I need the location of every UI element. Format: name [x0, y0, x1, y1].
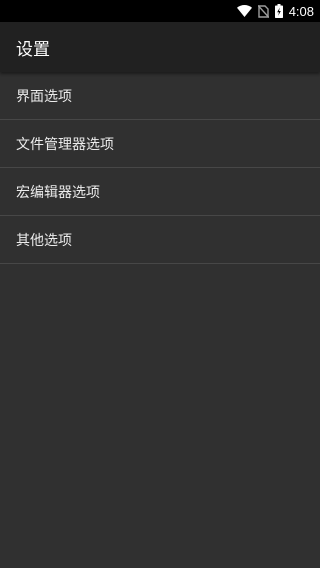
settings-item-file-manager[interactable]: 文件管理器选项 [0, 120, 320, 168]
status-time: 4:08 [288, 3, 314, 19]
page-title: 设置 [16, 39, 50, 60]
status-bar: 4:08 [0, 0, 320, 22]
settings-item-label: 界面选项 [16, 88, 72, 105]
no-sim-icon [257, 4, 269, 18]
settings-item-label: 其他选项 [16, 232, 72, 249]
settings-item-label: 宏编辑器选项 [16, 184, 100, 201]
settings-item-label: 文件管理器选项 [16, 136, 114, 153]
settings-item-interface[interactable]: 界面选项 [0, 72, 320, 120]
settings-item-macro-editor[interactable]: 宏编辑器选项 [0, 168, 320, 216]
settings-item-other[interactable]: 其他选项 [0, 216, 320, 264]
battery-charging-icon [274, 4, 283, 18]
settings-list: 界面选项 文件管理器选项 宏编辑器选项 其他选项 [0, 72, 320, 264]
wifi-icon [236, 5, 252, 17]
app-bar: 设置 [0, 22, 320, 72]
